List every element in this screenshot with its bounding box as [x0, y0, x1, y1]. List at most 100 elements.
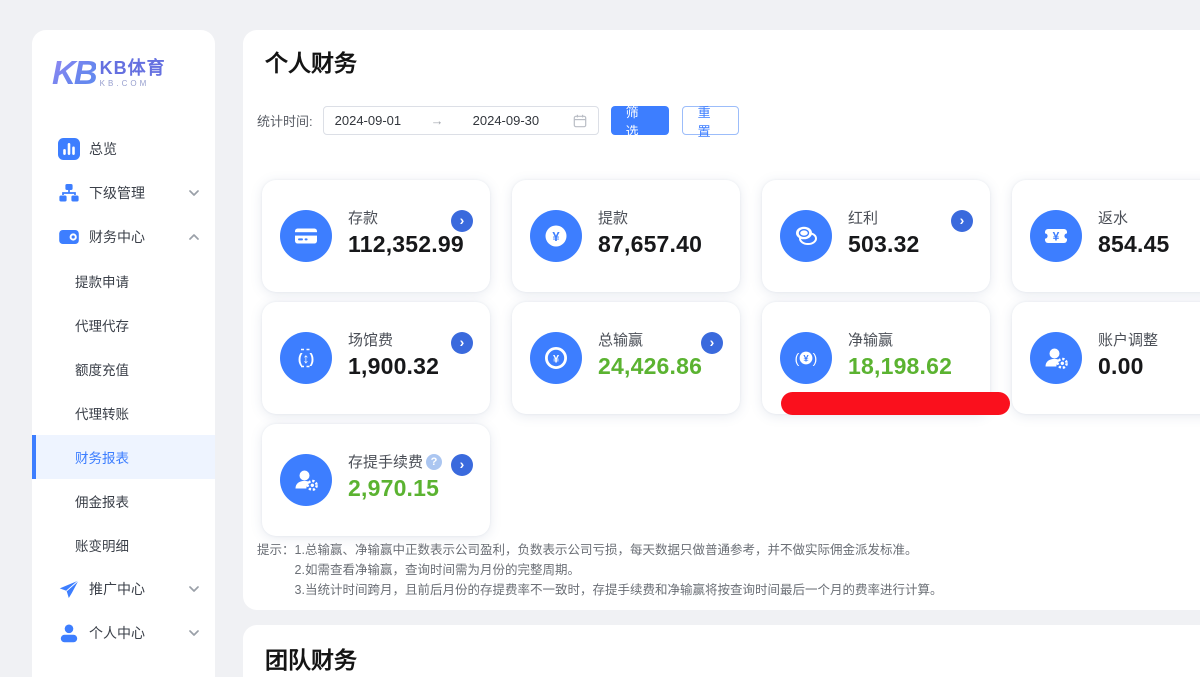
stat-label: 红利: [848, 207, 878, 228]
detail-arrow-button[interactable]: ›: [451, 332, 473, 354]
stat-time-label: 统计时间:: [257, 111, 313, 130]
sub-item-label: 额度充值: [75, 359, 129, 379]
stat-label: 总输赢: [598, 329, 643, 350]
red-annotation-marker: [781, 392, 1010, 415]
team-finance-panel: 团队财务: [243, 625, 1200, 677]
stat-card-total-winloss: ¥ 总输赢 24,426.86 ›: [512, 302, 740, 414]
stat-value: 854.45: [1098, 231, 1170, 258]
sidebar: KB KB体育 KB.COM 总览 下级管理 财务中心: [32, 30, 215, 677]
filter-row: 统计时间: 2024-09-01 → 2024-09-30 筛选 重置: [257, 106, 739, 135]
sub-item-label: 代理转账: [75, 403, 129, 423]
sidebar-item-agent-deposit[interactable]: 代理代存: [32, 303, 215, 347]
stat-label: 净输赢: [848, 329, 893, 350]
detail-arrow-button[interactable]: ›: [451, 454, 473, 476]
stat-label: 返水: [1098, 207, 1128, 228]
stat-value: 87,657.40: [598, 231, 702, 258]
reset-button[interactable]: 重置: [682, 106, 739, 135]
filter-button[interactable]: 筛选: [611, 106, 669, 135]
detail-arrow-button[interactable]: ›: [451, 210, 473, 232]
tip-line: 2.如需查看净输赢，查询时间需为月份的完整周期。: [295, 560, 943, 580]
stat-label: 存提手续费 ?: [348, 451, 442, 472]
stat-card-deposit: 存款 112,352.99 ›: [262, 180, 490, 292]
sidebar-item-agent-transfer[interactable]: 代理转账: [32, 391, 215, 435]
sidebar-item-label: 总览: [89, 139, 117, 159]
stat-label: 账户调整: [1098, 329, 1158, 350]
yen-ring-icon: ¥: [530, 332, 582, 384]
stat-value: 112,352.99: [348, 231, 464, 258]
range-arrow-icon: →: [431, 113, 473, 128]
sub-item-label: 财务报表: [75, 447, 129, 467]
sub-item-label: 账变明细: [75, 535, 129, 555]
svg-text:¥: ¥: [803, 354, 809, 365]
stat-label: 提款: [598, 207, 628, 228]
svg-text:): ): [813, 350, 818, 366]
app-logo[interactable]: KB KB体育 KB.COM: [52, 54, 166, 92]
stat-card-fee: 存提手续费 ? 2,970.15 ›: [262, 424, 490, 536]
sub-item-label: 佣金报表: [75, 491, 129, 511]
sidebar-item-withdraw-request[interactable]: 提款申请: [32, 259, 215, 303]
stat-value: 1,900.32: [348, 353, 439, 380]
stat-card-venue-fee: (↕) 场馆费 1,900.32 ›: [262, 302, 490, 414]
sidebar-item-account-changes[interactable]: 账变明细: [32, 523, 215, 567]
svg-text:(↕): (↕): [298, 350, 314, 366]
sidebar-item-promotion-center[interactable]: 推广中心: [32, 567, 215, 611]
credit-card-icon: [280, 210, 332, 262]
sub-item-label: 提款申请: [75, 271, 129, 291]
stat-value: 18,198.62: [848, 353, 952, 380]
sub-item-label: 代理代存: [75, 315, 129, 335]
stat-value: 24,426.86: [598, 353, 702, 380]
sidebar-item-finance-center[interactable]: 财务中心: [32, 215, 215, 259]
ticket-icon: ¥: [1030, 210, 1082, 262]
svg-text:¥: ¥: [552, 229, 560, 244]
detail-arrow-button[interactable]: ›: [701, 332, 723, 354]
svg-text:¥: ¥: [553, 353, 560, 365]
stat-label: 场馆费: [348, 329, 393, 350]
stat-card-withdrawal: ¥ 提款 87,657.40: [512, 180, 740, 292]
stat-label: 存款: [348, 207, 378, 228]
help-icon[interactable]: ?: [426, 454, 442, 470]
personal-finance-panel: 个人财务 统计时间: 2024-09-01 → 2024-09-30 筛选 重置…: [243, 30, 1200, 610]
sidebar-item-quota-recharge[interactable]: 额度充值: [32, 347, 215, 391]
date-range-input[interactable]: 2024-09-01 → 2024-09-30: [323, 106, 599, 135]
stat-value: 0.00: [1098, 353, 1144, 380]
tips-prefix: 提示：: [257, 540, 295, 600]
sidebar-item-label: 推广中心: [89, 579, 145, 599]
end-date-value[interactable]: 2024-09-30: [473, 113, 573, 128]
page-title: 个人财务: [265, 44, 357, 78]
coins-icon: [780, 210, 832, 262]
paper-plane-icon: [58, 578, 80, 600]
tip-line: 3.当统计时间跨月，且前后月份的存提费率不一致时，存提手续费和净输赢将按查询时间…: [295, 580, 943, 600]
detail-arrow-button[interactable]: ›: [951, 210, 973, 232]
sidebar-item-subordinate[interactable]: 下级管理: [32, 171, 215, 215]
team-title: 团队财务: [265, 641, 357, 675]
start-date-value[interactable]: 2024-09-01: [335, 113, 431, 128]
wallet-icon: [58, 226, 80, 248]
calendar-icon[interactable]: [573, 114, 587, 128]
yen-bracket-icon: () ¥: [780, 332, 832, 384]
sidebar-item-personal-center[interactable]: 个人中心: [32, 611, 215, 655]
stat-value: 503.32: [848, 231, 920, 258]
chevron-up-icon: [189, 234, 199, 240]
stat-card-bonus: 红利 503.32 ›: [762, 180, 990, 292]
stat-cards-grid: 存款 112,352.99 › ¥ 提款 87,657.40 红利 503.32…: [262, 180, 1200, 536]
tips-block: 提示： 1.总输赢、净输赢中正数表示公司盈利，负数表示公司亏损，每天数据只做普通…: [257, 540, 942, 600]
sidebar-item-overview[interactable]: 总览: [32, 127, 215, 171]
logo-title: KB体育: [100, 59, 166, 77]
stat-card-rebate: ¥ 返水 854.45: [1012, 180, 1200, 292]
chevron-down-icon: [189, 630, 199, 636]
svg-text:¥: ¥: [1053, 230, 1060, 244]
stat-label-text: 存提手续费: [348, 451, 423, 472]
bar-chart-icon: [58, 138, 80, 160]
svg-text:(: (: [795, 350, 800, 366]
stat-card-account-adjust: 账户调整 0.00: [1012, 302, 1200, 414]
sidebar-item-label: 下级管理: [89, 183, 145, 203]
sidebar-item-label: 财务中心: [89, 227, 145, 247]
sidebar-item-commission-report[interactable]: 佣金报表: [32, 479, 215, 523]
sidebar-item-label: 个人中心: [89, 623, 145, 643]
logo-mark: KB: [52, 54, 96, 92]
sidebar-item-financial-report[interactable]: 财务报表: [32, 435, 215, 479]
stat-value: 2,970.15: [348, 475, 439, 502]
exchange-icon: (↕): [280, 332, 332, 384]
chevron-down-icon: [189, 190, 199, 196]
yen-coin-icon: ¥: [530, 210, 582, 262]
